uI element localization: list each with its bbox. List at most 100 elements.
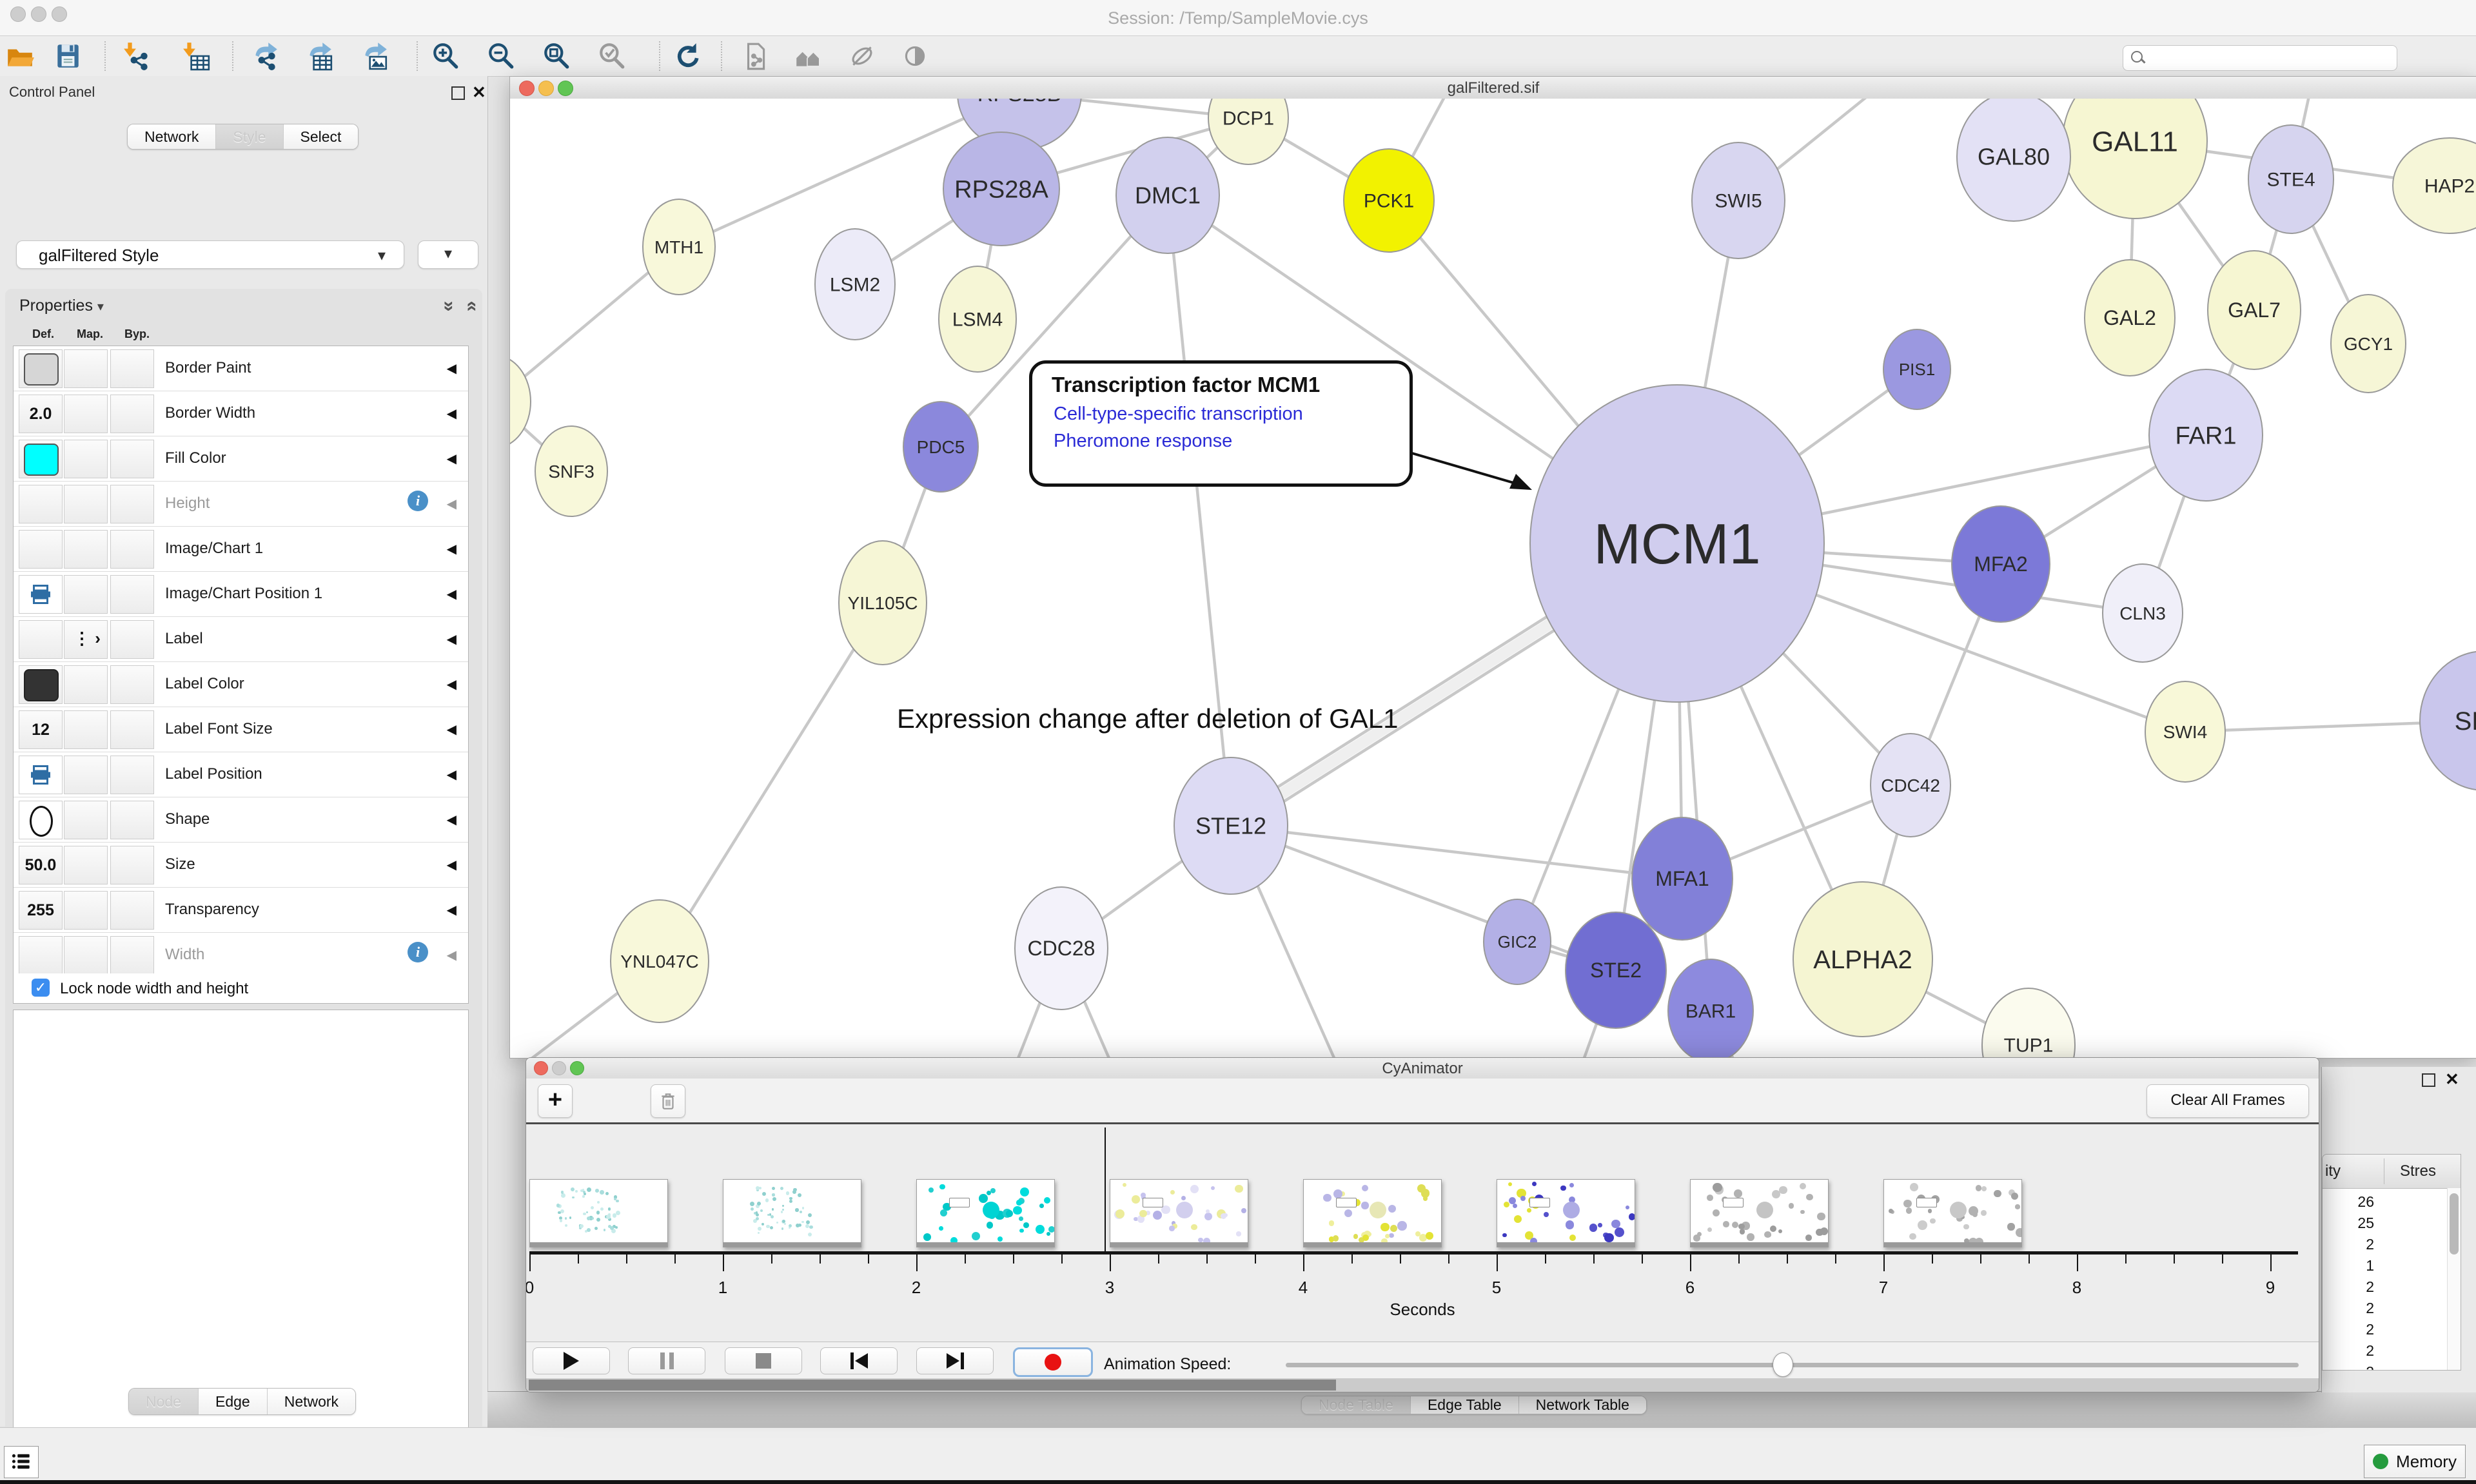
export-image-button[interactable] bbox=[360, 41, 389, 71]
open-session-button[interactable] bbox=[5, 41, 35, 71]
table-cell-value[interactable]: 26 bbox=[2329, 1193, 2374, 1211]
delete-frame-button[interactable] bbox=[651, 1084, 685, 1118]
property-row-transparency[interactable]: 255Transparency◀ bbox=[14, 888, 468, 933]
tab-node[interactable]: Node bbox=[129, 1389, 199, 1414]
mapping-cell[interactable] bbox=[64, 756, 108, 794]
bypass-cell[interactable] bbox=[110, 756, 154, 794]
tab-node-table[interactable]: Node Table bbox=[1302, 1396, 1411, 1414]
scrollbar-thumb[interactable] bbox=[529, 1380, 1336, 1391]
refresh-button[interactable] bbox=[672, 41, 702, 71]
default-value-cell[interactable] bbox=[19, 665, 63, 704]
node-dmc1[interactable]: DMC1 bbox=[1116, 137, 1219, 253]
expand-row-icon[interactable]: ◀ bbox=[447, 857, 457, 873]
node-gal7[interactable]: GAL7 bbox=[2208, 251, 2301, 369]
search-box[interactable] bbox=[2123, 45, 2397, 71]
table-cell-value[interactable]: 25 bbox=[2329, 1215, 2374, 1232]
export-table-button[interactable] bbox=[304, 41, 334, 71]
properties-header[interactable]: Properties ▾ bbox=[19, 297, 104, 315]
property-row-label-font-size[interactable]: 12Label Font Size◀ bbox=[14, 707, 468, 752]
default-value-cell[interactable] bbox=[19, 349, 63, 388]
export-network-button[interactable] bbox=[250, 41, 280, 71]
add-frame-button[interactable]: + bbox=[538, 1084, 573, 1118]
pause-button[interactable] bbox=[628, 1347, 705, 1374]
table-scrollbar[interactable] bbox=[2447, 1188, 2461, 1370]
mapping-cell[interactable] bbox=[64, 485, 108, 523]
node-lsm2[interactable]: LSM2 bbox=[815, 229, 895, 340]
frame-thumbnail-3[interactable] bbox=[1110, 1179, 1248, 1247]
bypass-cell[interactable] bbox=[110, 665, 154, 704]
mapping-cell[interactable] bbox=[64, 395, 108, 433]
expand-row-icon[interactable]: ◀ bbox=[447, 451, 457, 467]
bypass-cell[interactable] bbox=[110, 936, 154, 975]
zoom-out-button[interactable] bbox=[486, 41, 516, 71]
frame-thumbnail-1[interactable] bbox=[723, 1179, 861, 1247]
bypass-cell[interactable] bbox=[110, 620, 154, 659]
search-input[interactable] bbox=[2150, 48, 2392, 68]
zoom-selected-button[interactable] bbox=[597, 41, 627, 71]
expand-row-icon[interactable]: ◀ bbox=[447, 947, 457, 963]
mapping-cell[interactable] bbox=[64, 891, 108, 930]
node-far1[interactable]: FAR1 bbox=[2149, 369, 2263, 501]
expand-row-icon[interactable]: ◀ bbox=[447, 496, 457, 512]
annotation-link-2[interactable]: Pheromone response bbox=[1054, 431, 1232, 452]
bypass-cell[interactable] bbox=[110, 349, 154, 388]
table-cell-value[interactable]: 2 bbox=[2329, 1363, 2374, 1371]
annotation-link-1[interactable]: Cell-type-specific transcription bbox=[1054, 404, 1303, 425]
float-panel-icon[interactable] bbox=[2422, 1073, 2435, 1087]
default-value-cell[interactable] bbox=[19, 530, 63, 569]
playhead[interactable] bbox=[1105, 1128, 1106, 1254]
expand-row-icon[interactable]: ◀ bbox=[447, 586, 457, 602]
table-cell-value[interactable]: 2 bbox=[2329, 1300, 2374, 1317]
node-swi4[interactable]: SWI4 bbox=[2145, 681, 2225, 782]
node-hap2[interactable]: HAP2 bbox=[2393, 138, 2476, 233]
node-ste2[interactable]: STE2 bbox=[1566, 912, 1666, 1028]
node-gal80[interactable]: GAL80 bbox=[1957, 99, 2070, 221]
bypass-cell[interactable] bbox=[110, 575, 154, 614]
cyanimator-scrollbar[interactable] bbox=[526, 1378, 2319, 1392]
default-value-cell[interactable] bbox=[19, 936, 63, 975]
default-value-cell[interactable] bbox=[19, 801, 63, 839]
property-row-size[interactable]: 50.0Size◀ bbox=[14, 843, 468, 888]
network-canvas[interactable]: RPS28BDCP1RPS28ADMC1PCK1MTH1LSM2LSM4SWI5… bbox=[510, 99, 2476, 1058]
show-button[interactable] bbox=[900, 41, 930, 71]
node-mfa1[interactable]: MFA1 bbox=[1632, 817, 1733, 940]
property-row-shape[interactable]: Shape◀ bbox=[14, 797, 468, 843]
default-value-cell[interactable] bbox=[19, 485, 63, 523]
network-window-titlebar[interactable]: galFiltered.sif bbox=[510, 77, 2476, 99]
annotation-box[interactable]: Transcription factor MCM1 Cell-type-spec… bbox=[1029, 360, 1413, 487]
bypass-cell[interactable] bbox=[110, 710, 154, 749]
tab-edge-table[interactable]: Edge Table bbox=[1411, 1396, 1519, 1414]
node-rps28a[interactable]: RPS28A bbox=[943, 132, 1059, 246]
style-selector[interactable]: galFiltered Style ▾ bbox=[16, 240, 404, 269]
frame-thumbnail-4[interactable] bbox=[1303, 1179, 1442, 1247]
property-row-height[interactable]: Heighti◀ bbox=[14, 482, 468, 527]
import-network-button[interactable] bbox=[123, 41, 152, 71]
expand-row-icon[interactable]: ◀ bbox=[447, 541, 457, 557]
expand-row-icon[interactable]: ◀ bbox=[447, 631, 457, 647]
collapse-all-icon[interactable]: » bbox=[438, 301, 460, 312]
property-row-fill-color[interactable]: Fill Color◀ bbox=[14, 436, 468, 482]
property-row-label[interactable]: ⋮ ›Label◀ bbox=[14, 617, 468, 662]
node-cdc28[interactable]: CDC28 bbox=[1015, 887, 1108, 1010]
mapping-cell[interactable] bbox=[64, 440, 108, 478]
tab-select[interactable]: Select bbox=[284, 124, 359, 149]
group-nodes-button[interactable] bbox=[793, 41, 823, 71]
expand-row-icon[interactable]: ◀ bbox=[447, 405, 457, 422]
play-button[interactable] bbox=[533, 1347, 610, 1374]
property-row-border-width[interactable]: 2.0Border Width◀ bbox=[14, 391, 468, 436]
tab-edge[interactable]: Edge bbox=[199, 1389, 268, 1414]
expand-row-icon[interactable]: ◀ bbox=[447, 676, 457, 692]
default-value-cell[interactable] bbox=[19, 620, 63, 659]
bypass-cell[interactable] bbox=[110, 891, 154, 930]
mapping-cell[interactable]: ⋮ › bbox=[64, 620, 108, 659]
info-icon[interactable]: i bbox=[408, 942, 428, 962]
tab-style[interactable]: Style bbox=[216, 124, 283, 149]
network-graph[interactable]: RPS28BDCP1RPS28ADMC1PCK1MTH1LSM2LSM4SWI5… bbox=[510, 99, 2476, 1058]
float-panel-icon[interactable] bbox=[451, 86, 465, 100]
node-mcm1[interactable]: MCM1 bbox=[1530, 385, 1824, 702]
node-tup1[interactable]: TUP1 bbox=[1982, 988, 2075, 1058]
node-mfa2[interactable]: MFA2 bbox=[1952, 506, 2050, 622]
expand-row-icon[interactable]: ◀ bbox=[447, 766, 457, 783]
node-pdc5[interactable]: PDC5 bbox=[903, 402, 978, 492]
info-icon[interactable]: i bbox=[408, 491, 428, 511]
